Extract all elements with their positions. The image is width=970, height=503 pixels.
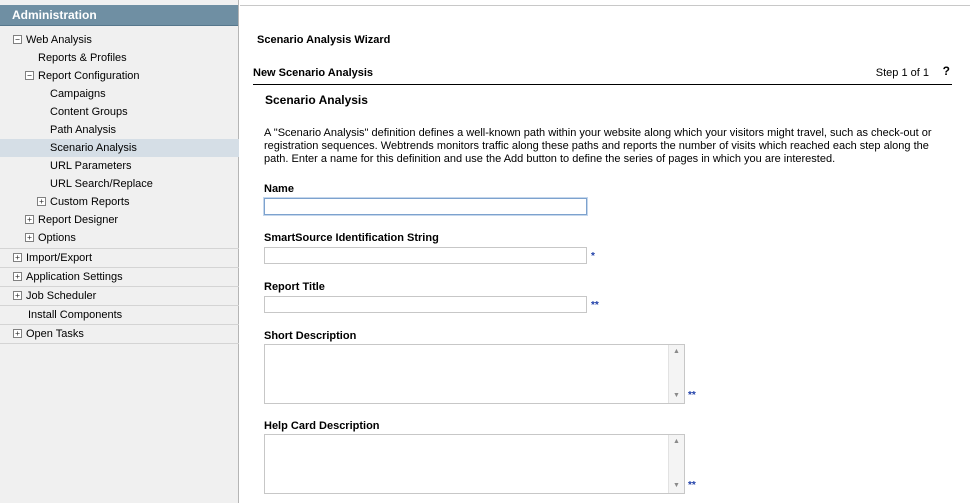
tree-item-report-designer[interactable]: + Report Designer (0, 211, 239, 229)
expand-icon[interactable]: + (37, 197, 46, 206)
tree-item-web-analysis[interactable]: − Web Analysis (0, 31, 239, 49)
scroll-up-icon[interactable]: ▲ (669, 345, 684, 359)
help-card-description-textarea[interactable] (265, 435, 668, 493)
help-card-description-box: ▲ ▼ (264, 434, 685, 494)
intro-description: A "Scenario Analysis" definition defines… (264, 127, 932, 165)
sidebar-header: Administration (0, 5, 238, 26)
tree-item-label: Web Analysis (26, 34, 92, 46)
wizard-title: Scenario Analysis Wizard (257, 34, 391, 46)
scroll-down-icon[interactable]: ▼ (669, 389, 684, 403)
tree-item-import-export[interactable]: + Import/Export (0, 249, 239, 268)
tree-item-label: Report Configuration (38, 70, 140, 82)
tree-item-label: Application Settings (26, 271, 123, 283)
tree-item-campaigns[interactable]: Campaigns (0, 85, 239, 103)
scrollbar[interactable]: ▲ ▼ (668, 345, 684, 403)
tree-item-label: Job Scheduler (26, 290, 97, 302)
expand-icon[interactable]: + (25, 215, 34, 224)
tree-item-path-analysis[interactable]: Path Analysis (0, 121, 239, 139)
name-input[interactable] (264, 198, 587, 215)
tree-item-report-configuration[interactable]: − Report Configuration (0, 67, 239, 85)
tree-item-label: Custom Reports (50, 196, 130, 208)
scrollbar[interactable]: ▲ ▼ (668, 435, 684, 493)
step-title: New Scenario Analysis (253, 67, 374, 79)
help-card-description-label: Help Card Description (264, 420, 380, 432)
report-title-input[interactable] (264, 296, 587, 313)
required-marker: ** (591, 300, 599, 311)
step-counter: Step 1 of 1 (875, 67, 929, 79)
section-title: Scenario Analysis (265, 93, 368, 107)
tree-item-label: Import/Export (26, 252, 93, 264)
tree-item-label: Open Tasks (26, 328, 84, 340)
tree-item-content-groups[interactable]: Content Groups (0, 103, 239, 121)
required-marker: * (591, 251, 595, 262)
tree-item-label: Content Groups (50, 106, 128, 118)
main-content: Scenario Analysis Wizard New Scenario An… (240, 0, 970, 503)
name-label: Name (264, 183, 294, 195)
short-description-label: Short Description (264, 330, 357, 342)
expand-icon[interactable]: + (13, 272, 22, 281)
tree-item-custom-reports[interactable]: + Custom Reports (0, 193, 239, 211)
tree-item-url-parameters[interactable]: URL Parameters (0, 157, 239, 175)
top-divider (240, 5, 970, 6)
expand-icon[interactable]: + (13, 253, 22, 262)
tree-item-label: Install Components (28, 309, 123, 321)
report-title-label: Report Title (264, 281, 325, 293)
short-description-box: ▲ ▼ (264, 344, 685, 404)
required-marker: ** (688, 390, 696, 401)
tree-item-open-tasks[interactable]: + Open Tasks (0, 325, 239, 344)
help-icon[interactable]: ? (943, 64, 950, 78)
collapse-icon[interactable]: − (25, 71, 34, 80)
tree-item-application-settings[interactable]: + Application Settings (0, 268, 239, 287)
step-bar: New Scenario Analysis Step 1 of 1 ? (253, 64, 952, 85)
short-description-textarea[interactable] (265, 345, 668, 403)
tree-item-label: Report Designer (38, 214, 119, 226)
tree-item-install-components[interactable]: Install Components (0, 306, 239, 325)
tree-item-job-scheduler[interactable]: + Job Scheduler (0, 287, 239, 306)
collapse-icon[interactable]: − (13, 35, 22, 44)
tree-item-label: Options (38, 232, 76, 244)
tree-item-label: URL Search/Replace (50, 178, 153, 190)
smartsource-label: SmartSource Identification String (264, 232, 439, 244)
expand-icon[interactable]: + (13, 329, 22, 338)
tree-item-url-search-replace[interactable]: URL Search/Replace (0, 175, 239, 193)
tree-item-label: Reports & Profiles (38, 52, 127, 64)
required-marker: ** (688, 480, 696, 491)
tree-item-reports-profiles[interactable]: Reports & Profiles (0, 49, 239, 67)
sidebar: Administration − Web Analysis Reports & … (0, 0, 239, 503)
scroll-up-icon[interactable]: ▲ (669, 435, 684, 449)
tree-item-label: Path Analysis (50, 124, 117, 136)
tree-item-options[interactable]: + Options (0, 229, 239, 249)
expand-icon[interactable]: + (25, 233, 34, 242)
tree-item-label: Campaigns (50, 88, 106, 100)
scroll-down-icon[interactable]: ▼ (669, 479, 684, 493)
tree-item-label: Scenario Analysis (50, 142, 137, 154)
tree-item-label: URL Parameters (50, 160, 132, 172)
tree-item-scenario-analysis[interactable]: Scenario Analysis (0, 139, 239, 157)
smartsource-input[interactable] (264, 247, 587, 264)
expand-icon[interactable]: + (13, 291, 22, 300)
